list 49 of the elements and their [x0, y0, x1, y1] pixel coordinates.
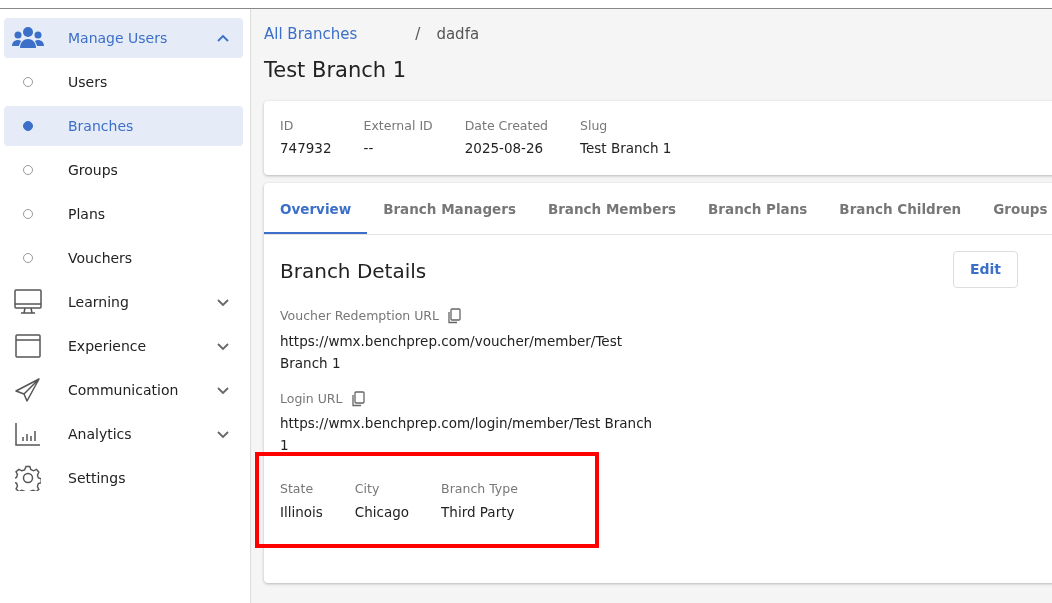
sidebar-subitem[interactable]: Vouchers	[4, 238, 243, 278]
tab[interactable]: Branch Plans	[692, 182, 824, 234]
copy-icon[interactable]	[447, 308, 461, 325]
breadcrumb-current: dadfa	[436, 24, 480, 45]
section-heading: Branch Details	[280, 258, 427, 283]
field-label: State	[280, 480, 315, 499]
tab[interactable]: Groups	[977, 182, 1052, 234]
sidebar-item[interactable]: Learning	[4, 282, 243, 322]
page-title: Test Branch 1	[264, 57, 408, 83]
field-label: Voucher Redemption URL	[280, 306, 439, 325]
field-label: Branch Type	[441, 480, 518, 499]
paper-plane-icon	[15, 377, 41, 403]
field-value: Test Branch 1	[580, 139, 672, 159]
url-value: https://wmx.benchprep.com/login/member/Test Branch 1	[280, 414, 654, 456]
field-value: Chicago	[354, 503, 410, 523]
field-value: Third Party	[441, 503, 516, 523]
sidebar-subitem[interactable]: Groups	[4, 150, 243, 190]
breadcrumb-separator: /	[415, 24, 421, 45]
tab[interactable]: Overview	[264, 182, 368, 234]
edit-button[interactable]: Edit	[952, 250, 1018, 288]
field-value: --	[363, 139, 375, 159]
field-label: Login URL	[280, 389, 343, 408]
users-icon	[12, 26, 44, 50]
sidebar-subitem[interactable]: Users	[4, 62, 243, 102]
tab[interactable]: Branch Managers	[367, 182, 532, 234]
breadcrumb-link[interactable]: All Branches	[264, 23, 358, 46]
field-label: Slug	[580, 116, 609, 135]
sidebar-subitem[interactable]: Plans	[4, 194, 243, 234]
tab[interactable]: Branch Members	[531, 182, 693, 234]
field-label: ID	[280, 116, 295, 135]
field-value: Illinois	[280, 503, 323, 523]
sidebar-subitem[interactable]: Branches	[4, 106, 243, 146]
field-value: 747932	[280, 139, 332, 159]
sidebar-item[interactable]: Experience	[4, 326, 243, 366]
tab[interactable]: Branch Children	[823, 182, 978, 234]
sidebar-item[interactable]: Settings	[4, 458, 243, 498]
url-value: https://wmx.benchprep.com/voucher/member/Test Branch 1	[280, 331, 623, 373]
browser-window-icon	[15, 334, 41, 358]
sidebar-item[interactable]: Analytics	[4, 414, 243, 454]
field-value: 2025-08-26	[464, 139, 545, 159]
sidebar-item[interactable]: Manage Users	[4, 18, 243, 58]
sidebar-item[interactable]: Communication	[4, 370, 243, 410]
settings-icon	[15, 465, 41, 491]
monitor-icon	[14, 289, 42, 315]
copy-icon[interactable]	[350, 391, 365, 408]
bar-chart-icon	[15, 422, 41, 446]
field-label: City	[354, 480, 381, 499]
field-label: External ID	[363, 116, 433, 135]
field-label: Date Created	[464, 116, 549, 135]
